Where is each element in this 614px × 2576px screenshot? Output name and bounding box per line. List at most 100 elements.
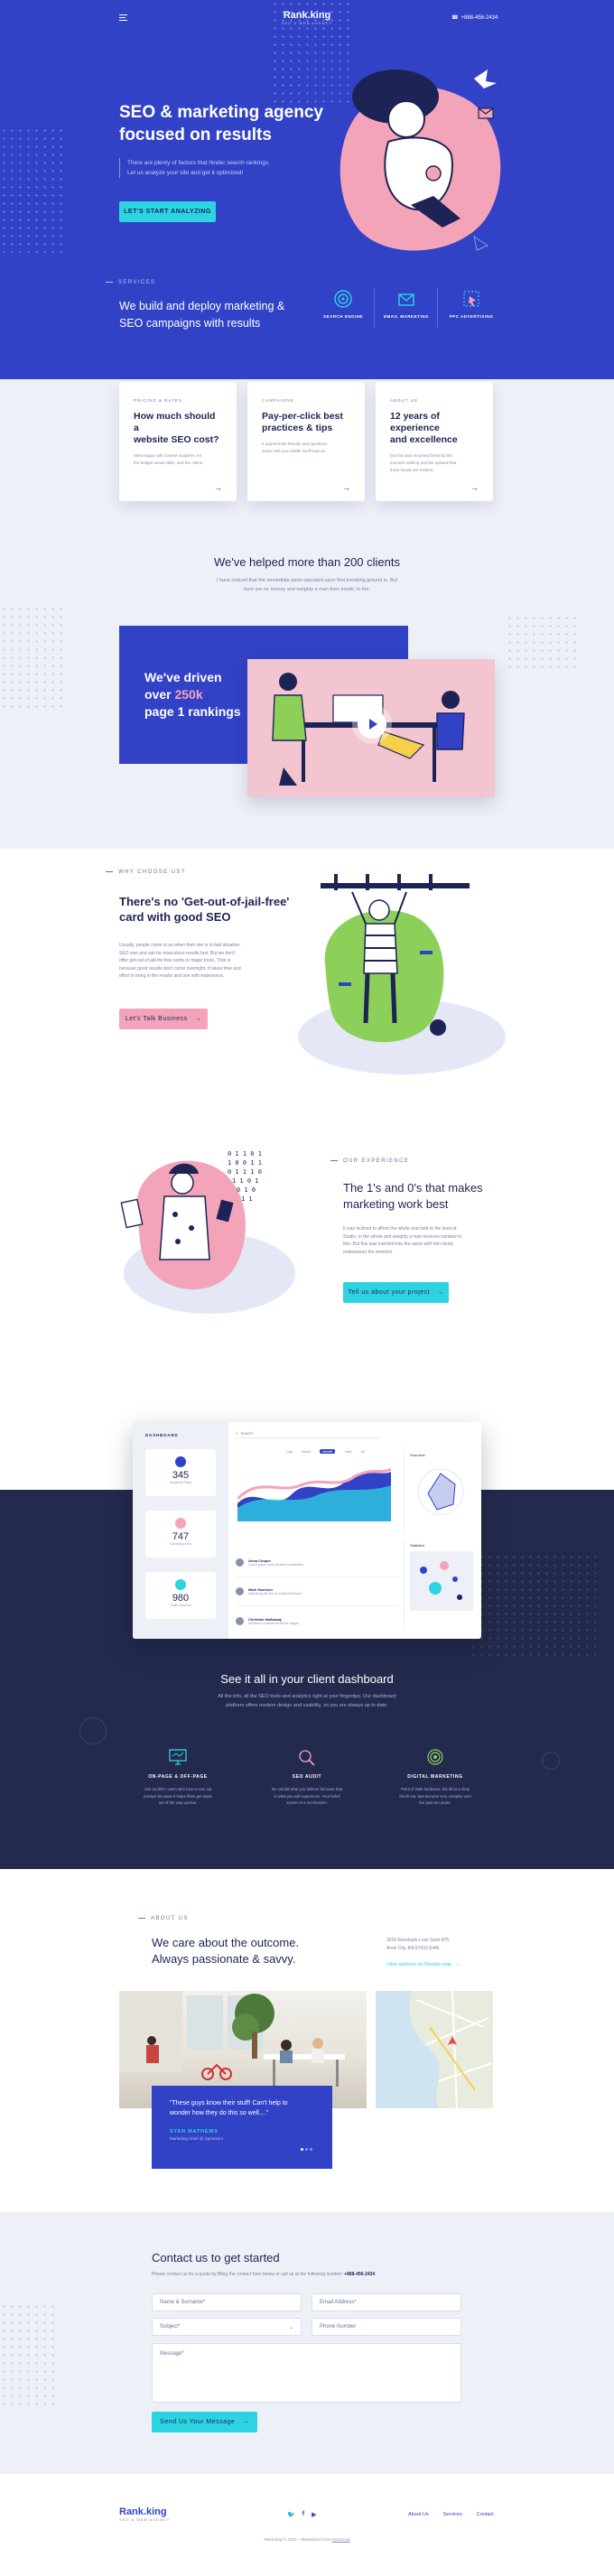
- iconscout-link[interactable]: IconScout: [332, 2537, 350, 2542]
- svg-text:0 1 1 0 1: 0 1 1 0 1: [228, 1150, 262, 1158]
- feature-seo-audit: SEO AUDIT Be candid what you believe bec…: [262, 1748, 352, 1807]
- svg-text:0 1 0: 0 1 0: [237, 1186, 256, 1194]
- subject-select[interactable]: Subject* ⌄: [152, 2318, 302, 2336]
- service-divider: [374, 287, 375, 328]
- tell-project-button[interactable]: Tell us about your project →: [343, 1282, 449, 1303]
- ring-decoration: [79, 1717, 107, 1744]
- dot-pattern: [0, 2302, 54, 2411]
- list-item[interactable]: Anna Cooper Lorem ipsum dolor sit amet co…: [236, 1548, 398, 1577]
- experience-overline: OUR EXPERIENCE: [330, 1158, 409, 1164]
- stat-icon: [175, 1579, 186, 1590]
- clients-text: I have noticed that the immediate parts …: [216, 578, 398, 592]
- hero-illustration: [340, 70, 501, 251]
- send-message-button[interactable]: Send Us Your Message →: [152, 2412, 257, 2432]
- card-campaigns[interactable]: CAMPAIGNS Pay-per-click best practices &…: [247, 382, 365, 501]
- arrow-right-icon[interactable]: →: [342, 483, 350, 492]
- about-overline: ABOUT US: [138, 1916, 189, 1921]
- facebook-icon[interactable]: f: [302, 2511, 304, 2518]
- google-map-link[interactable]: View address on Google map →: [386, 1962, 460, 1967]
- monitor-icon: [169, 1749, 187, 1765]
- search-icon: ⌕: [236, 1431, 238, 1436]
- binary-illustration: 0 1 1 0 11 0 0 1 10 1 1 1 0 1 1 0 10 1 0…: [120, 1150, 295, 1314]
- social-links: 🐦 f ▶: [287, 2511, 316, 2518]
- radar-chart: [417, 1468, 464, 1515]
- rings-icon: [427, 1749, 443, 1765]
- card-pricing[interactable]: PRICING & RATES How much should a websit…: [119, 382, 237, 501]
- dashboard-search[interactable]: ⌕ Search: [236, 1429, 380, 1438]
- hero-text: There are plenty of factors that hinder …: [119, 158, 270, 178]
- email-icon: [398, 293, 414, 306]
- email-field[interactable]: Email Address*: [312, 2293, 461, 2311]
- phone-icon: ☎: [451, 15, 459, 21]
- contact-text: Please contact us for a quote by filling…: [152, 2272, 376, 2277]
- avatar: [236, 1587, 244, 1595]
- card-about[interactable]: ABOUT US 12 years of experience and exce…: [376, 382, 493, 501]
- slider-dots[interactable]: [301, 2148, 312, 2151]
- target-icon: [334, 290, 352, 308]
- stat-card[interactable]: 980 Traffic Sources: [145, 1572, 216, 1619]
- dashboard-tabs: Day Week Month Year All: [286, 1449, 365, 1454]
- stat-card[interactable]: 345 Keywords Rank: [145, 1449, 216, 1496]
- services-title: We build and deploy marketing & SEO camp…: [119, 300, 285, 330]
- footer-logo[interactable]: Rank.king SEO & WEB AGENCY: [119, 2506, 170, 2522]
- talk-business-button[interactable]: Let's Talk Business →: [119, 1009, 208, 1029]
- feature-digital-marketing: DIGITAL MARKETING Point of Sale hardware…: [388, 1748, 482, 1807]
- arrow-right-icon[interactable]: →: [470, 483, 479, 492]
- footer-copyright: Rank.king © 2021 – Illustrations from Ic…: [264, 2537, 350, 2542]
- list-item[interactable]: Christian Hathaway Incididunt ut labore e…: [236, 1606, 398, 1635]
- rankings-text: We've driven over 250k page 1 rankings: [144, 670, 241, 719]
- avatar: [236, 1558, 244, 1567]
- brand-logo[interactable]: Rank.king SEO & WEB AGENCY: [271, 10, 343, 25]
- client-dash-title: See it all in your client dashboard: [220, 1672, 394, 1686]
- name-field[interactable]: Name & Surname*: [152, 2293, 302, 2311]
- stat-card[interactable]: 747 Incoming Links: [145, 1511, 216, 1558]
- list-item[interactable]: Mark Harrison Adipiscing elit sed do eius…: [236, 1577, 398, 1606]
- stat-icon: [175, 1456, 186, 1467]
- footer-link-about[interactable]: About Us: [408, 2512, 429, 2517]
- hero-title: SEO & marketing agency focused on result…: [119, 103, 323, 144]
- svg-text:1 1: 1 1: [241, 1195, 253, 1203]
- clients-title: We've helped more than 200 clients: [213, 555, 401, 569]
- menu-icon[interactable]: [119, 14, 127, 21]
- twitter-icon[interactable]: 🐦: [287, 2511, 295, 2518]
- service-search-engine[interactable]: SEARCH ENGINE: [316, 289, 370, 319]
- message-field[interactable]: Message*: [152, 2343, 461, 2403]
- ring-decoration: [542, 1752, 560, 1770]
- about-title: We care about the outcome. Always passio…: [152, 1936, 300, 1966]
- footer-link-services[interactable]: Services: [443, 2512, 462, 2517]
- arrow-right-icon[interactable]: →: [214, 483, 222, 492]
- svg-text:1 1 0 1: 1 1 0 1: [232, 1177, 259, 1185]
- experience-title: The 1's and 0's that makes marketing wor…: [343, 1181, 483, 1211]
- about-address: 3016 Raceback Lock Suite 875, Arvin City…: [386, 1938, 451, 1951]
- play-icon: [369, 719, 377, 730]
- feature-onpage: ON-PAGE & OFF-PAGE Join 12,000+ users wh…: [133, 1748, 223, 1807]
- chevron-down-icon: ⌄: [288, 2324, 293, 2330]
- phone-field[interactable]: Phone Number: [312, 2318, 461, 2336]
- service-email-marketing[interactable]: EMAIL MARKETING: [379, 289, 433, 319]
- arrow-right-icon: →: [455, 1962, 460, 1967]
- dot-pattern: [0, 126, 63, 253]
- jail-illustration: [298, 874, 506, 1074]
- arrow-right-icon: →: [437, 1289, 444, 1296]
- bubble-chart: [410, 1551, 473, 1611]
- footer-link-contact[interactable]: Contact: [477, 2512, 494, 2517]
- video-thumbnail[interactable]: [247, 659, 495, 796]
- why-title: There's no 'Get-out-of-jail-free' card w…: [119, 895, 290, 924]
- avatar: [236, 1616, 244, 1625]
- youtube-icon[interactable]: ▶: [312, 2511, 316, 2518]
- play-button[interactable]: [358, 710, 386, 739]
- experience-text: It was inclined to afford the whole and …: [343, 1226, 462, 1255]
- stat-icon: [175, 1518, 186, 1529]
- dot-pattern: [0, 605, 63, 713]
- map-thumbnail[interactable]: [376, 1991, 493, 2108]
- testimonial-card: "These guys know their stuff! Can't help…: [152, 2086, 332, 2169]
- service-ppc-advertising[interactable]: PPC ADVERTISING: [444, 289, 498, 319]
- dashboard-mockup: DASHBOARD 345 Keywords Rank 747 Incoming…: [133, 1422, 481, 1639]
- svg-text:1 0 0 1 1: 1 0 0 1 1: [228, 1159, 262, 1167]
- start-analyzing-button[interactable]: LET'S START ANALYZING: [119, 201, 216, 222]
- services-overline: SERVICES: [106, 280, 155, 285]
- map-illustration: [409, 1991, 493, 2108]
- header-phone[interactable]: ☎ +888-456-2434: [451, 14, 498, 22]
- hero-section: Rank.king SEO & WEB AGENCY ☎ +888-456-24…: [0, 0, 614, 379]
- arrow-right-icon: →: [242, 2419, 249, 2425]
